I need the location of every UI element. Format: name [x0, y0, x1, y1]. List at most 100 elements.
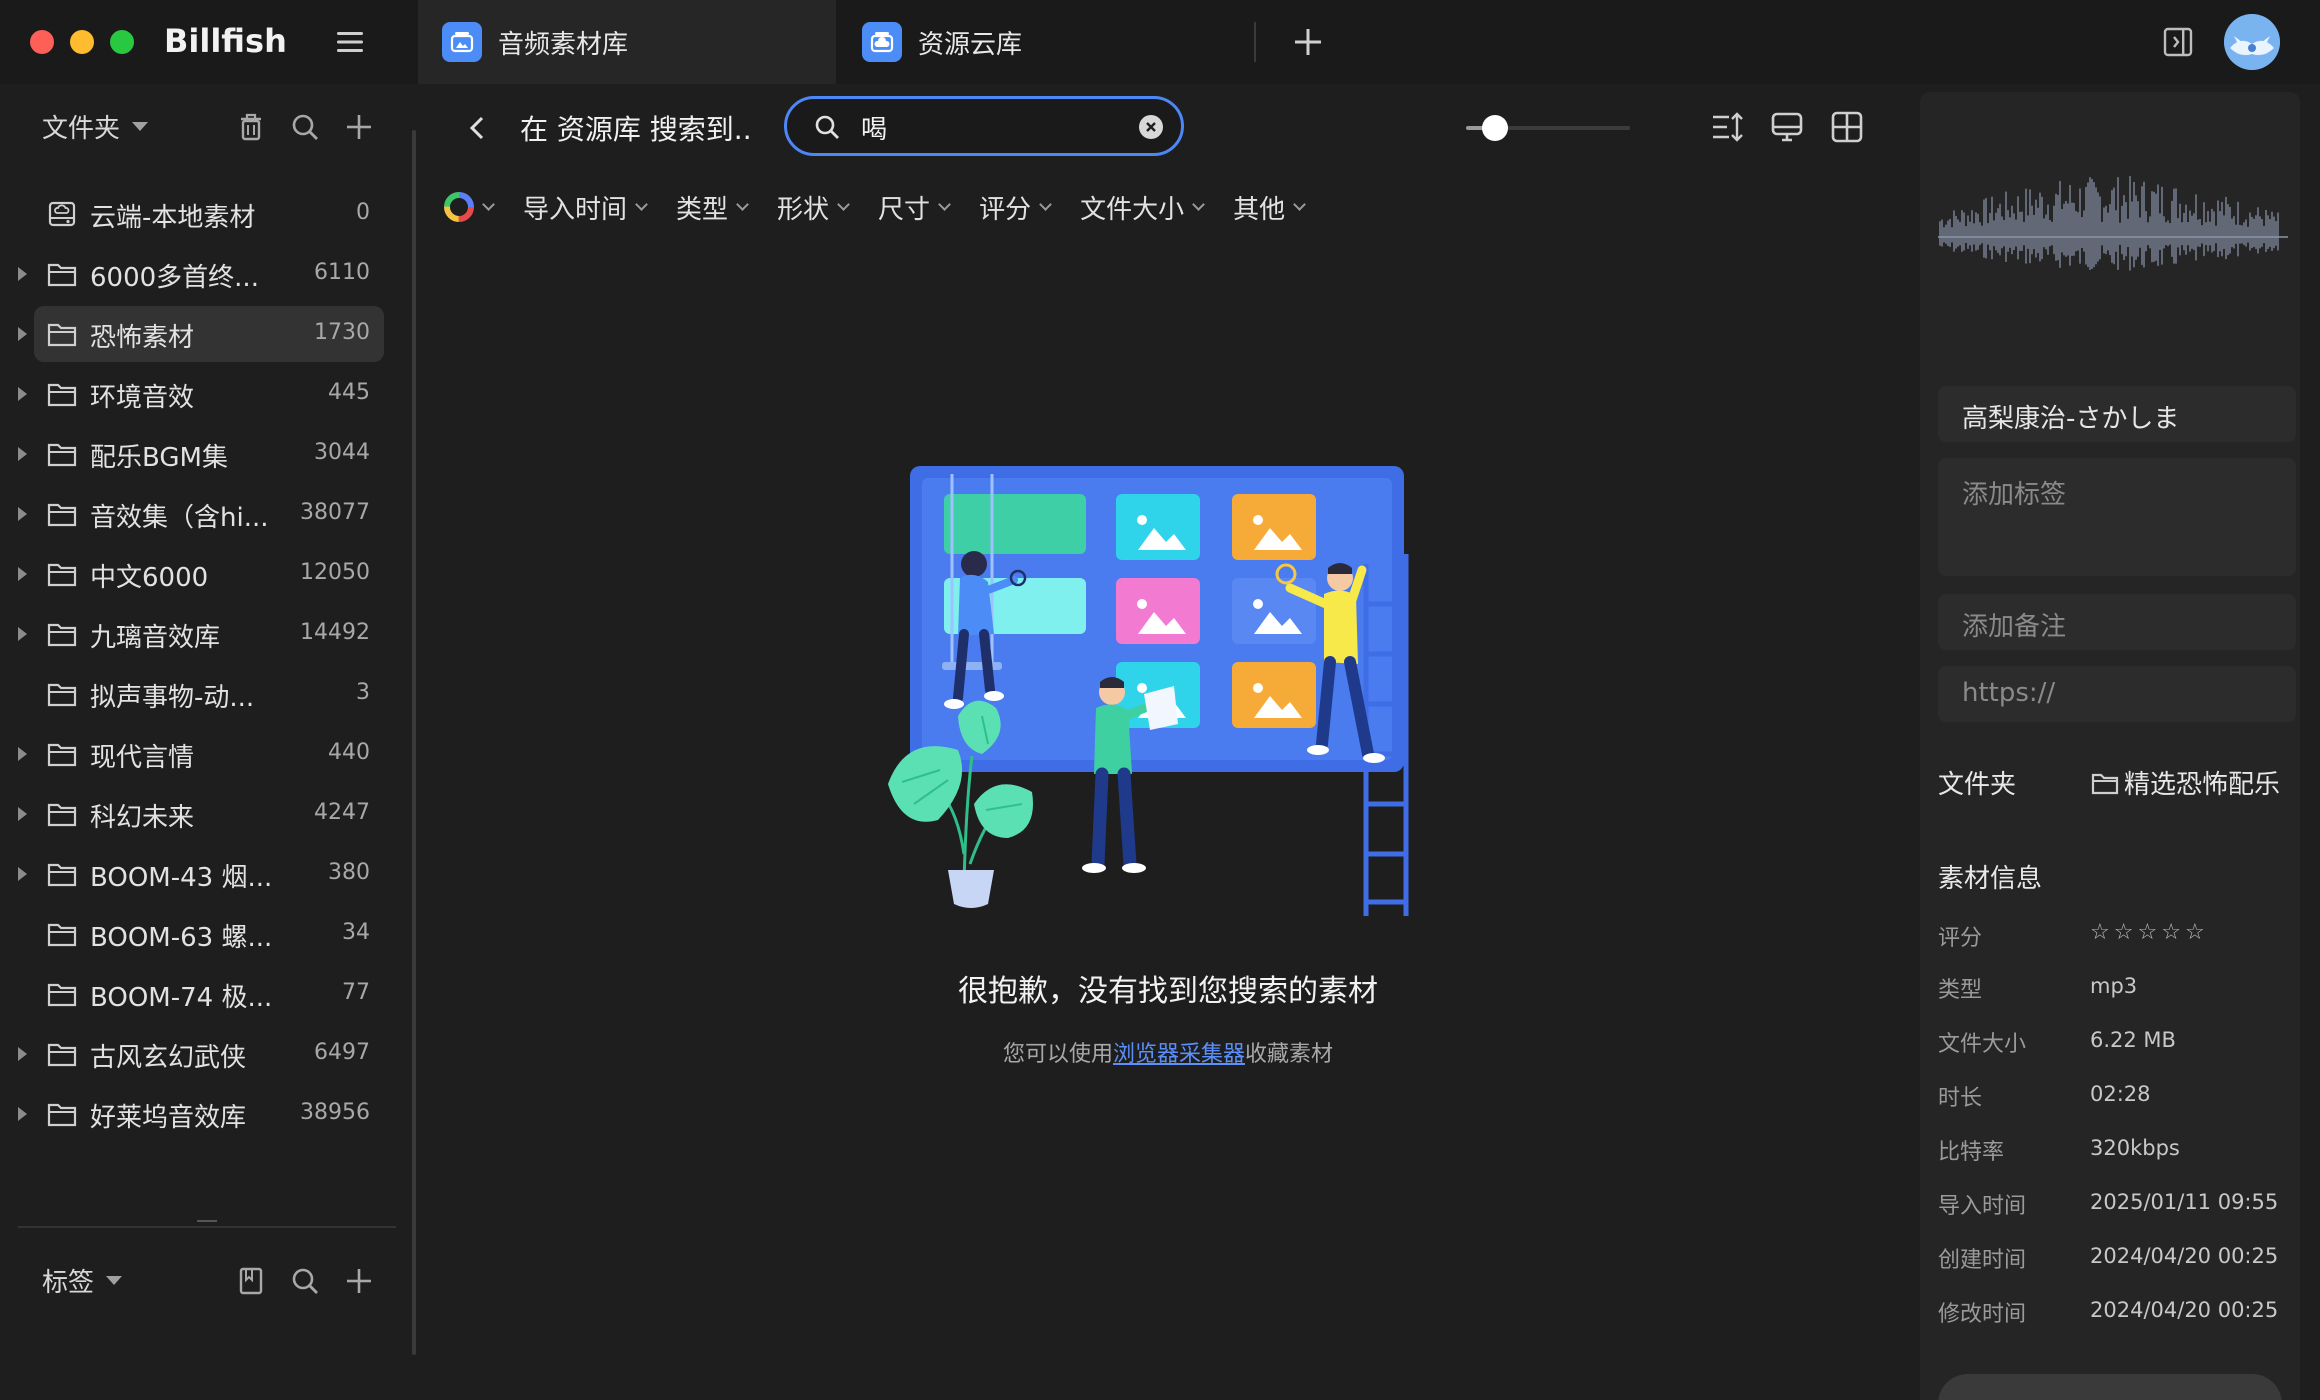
folder-item[interactable]: 科幻未来 4247	[0, 784, 414, 844]
star-icon[interactable]: ☆	[2090, 920, 2110, 945]
filter-label: 类型	[676, 194, 729, 225]
search-input[interactable]	[861, 109, 1121, 145]
url-field[interactable]: https://	[1938, 666, 2296, 722]
user-avatar[interactable]	[2224, 14, 2280, 70]
folder-item[interactable]: 环境音效 445	[0, 364, 414, 424]
hint-prefix: 您可以使用	[1002, 1042, 1113, 1067]
preview-mode-icon[interactable]	[1768, 108, 1806, 146]
filter-import-time[interactable]: 导入时间	[523, 189, 648, 226]
filter-other[interactable]: 其他	[1233, 189, 1306, 226]
window-close-button[interactable]	[30, 30, 54, 54]
folder-item[interactable]: 配乐BGM集 3044	[0, 424, 414, 484]
filter-rating[interactable]: 评分	[979, 189, 1052, 226]
folder-icon	[47, 803, 77, 827]
info-value: 2024/04/20 00:25	[2090, 1244, 2279, 1268]
hamburger-menu-icon[interactable]	[334, 26, 366, 58]
folder-item[interactable]: 云端-本地素材 0	[0, 184, 414, 244]
folder-item[interactable]: BOOM-74 极... 77	[0, 964, 414, 1024]
expand-arrow-icon[interactable]	[18, 507, 27, 521]
expand-arrow-icon[interactable]	[18, 567, 27, 581]
sidebar-scrollbar[interactable]	[412, 130, 416, 1355]
folder-count: 6110	[314, 260, 370, 285]
folder-icon	[47, 923, 77, 947]
file-name-field[interactable]: 高梨康治-さかしま	[1938, 386, 2296, 442]
info-key: 创建时间	[1938, 1248, 2027, 1273]
tab-cloud-library[interactable]: 资源云库	[836, 0, 1254, 84]
thumbnail-size-slider[interactable]	[1466, 110, 1630, 146]
folder-icon	[2091, 773, 2119, 794]
file-name: 高梨康治-さかしま	[1962, 404, 2180, 434]
star-icon[interactable]: ☆	[2161, 920, 2181, 945]
folder-item[interactable]: 拟声事物-动... 3	[0, 664, 414, 724]
audio-waveform[interactable]	[1938, 172, 2288, 302]
window-zoom-button[interactable]	[110, 30, 134, 54]
folder-count: 6497	[314, 1040, 370, 1065]
expand-arrow-icon[interactable]	[18, 627, 27, 641]
search-icon[interactable]	[288, 110, 322, 144]
search-icon[interactable]	[288, 1264, 322, 1298]
trash-icon[interactable]	[234, 110, 268, 144]
filter-file-size[interactable]: 文件大小	[1080, 189, 1205, 226]
add-tag-plus-icon[interactable]	[342, 1264, 376, 1298]
expand-arrow-icon[interactable]	[18, 327, 27, 341]
expand-arrow-icon[interactable]	[18, 807, 27, 821]
new-tab-plus-icon[interactable]	[1290, 24, 1326, 60]
folder-item[interactable]: 6000多首终... 6110	[0, 244, 414, 304]
filter-size[interactable]: 尺寸	[878, 189, 951, 226]
rating-stars[interactable]: ☆ ☆ ☆ ☆ ☆	[2090, 920, 2209, 945]
back-arrow-icon[interactable]	[462, 110, 492, 146]
filter-shape[interactable]: 形状	[777, 189, 850, 226]
tags-header-dropdown[interactable]: 标签	[42, 1262, 123, 1299]
toggle-panel-icon[interactable]	[2160, 24, 2196, 60]
folder-link[interactable]: 精选恐怖配乐	[2090, 764, 2280, 801]
notes-field[interactable]: 添加备注	[1938, 594, 2296, 650]
info-row: 类型 mp3	[1938, 972, 2298, 1012]
star-icon[interactable]: ☆	[2185, 920, 2205, 945]
inspector-panel: 高梨康治-さかしま 添加标签 添加备注 https:// 文件夹 精选恐怖配乐 …	[1920, 92, 2300, 1400]
panel-bottom-button[interactable]	[1938, 1374, 2282, 1400]
cloud-library-icon	[862, 22, 902, 62]
star-icon[interactable]: ☆	[2114, 920, 2134, 945]
folder-item[interactable]: 现代言情 440	[0, 724, 414, 784]
info-value: mp3	[2090, 974, 2138, 998]
info-key: 修改时间	[1938, 1302, 2027, 1327]
tab-audio-library[interactable]: 音频素材库	[418, 0, 836, 84]
folder-item[interactable]: 古风玄幻武侠 6497	[0, 1024, 414, 1084]
folder-item[interactable]: BOOM-63 螺... 34	[0, 904, 414, 964]
folder-count: 0	[356, 200, 370, 225]
clear-search-icon[interactable]	[1139, 115, 1163, 139]
layout-grid-icon[interactable]	[1828, 108, 1866, 146]
window-minimize-button[interactable]	[70, 30, 94, 54]
expand-arrow-icon[interactable]	[18, 1047, 27, 1061]
filter-type[interactable]: 类型	[676, 189, 749, 226]
folder-item[interactable]: 音效集（含hi... 38077	[0, 484, 414, 544]
sort-options-icon[interactable]	[1708, 108, 1746, 146]
rating-row: 评分 ☆ ☆ ☆ ☆ ☆	[1938, 920, 2298, 960]
expand-arrow-icon[interactable]	[18, 447, 27, 461]
expand-arrow-icon[interactable]	[18, 387, 27, 401]
folder-item[interactable]: 中文6000 12050	[0, 544, 414, 604]
caret-down-icon	[132, 122, 149, 131]
folder-count: 38956	[300, 1100, 370, 1125]
folder-item[interactable]: BOOM-43 烟... 380	[0, 844, 414, 904]
slider-thumb[interactable]	[1481, 115, 1508, 141]
color-filter-dropdown[interactable]	[444, 192, 495, 222]
folder-item[interactable]: 九璃音效库 14492	[0, 604, 414, 664]
expand-arrow-icon[interactable]	[18, 267, 27, 281]
bookmark-icon[interactable]	[234, 1264, 268, 1298]
expand-arrow-icon[interactable]	[18, 747, 27, 761]
search-box[interactable]	[784, 96, 1184, 156]
info-row: 时长 02:28	[1938, 1080, 2298, 1120]
chevron-down-icon	[635, 197, 648, 211]
add-folder-plus-icon[interactable]	[342, 110, 376, 144]
folder-item[interactable]: 恐怖素材 1730	[0, 304, 414, 364]
tags-field[interactable]: 添加标签	[1938, 458, 2296, 576]
star-icon[interactable]: ☆	[2137, 920, 2157, 945]
expand-arrow-icon[interactable]	[18, 1107, 27, 1121]
expand-arrow-icon[interactable]	[18, 867, 27, 881]
browser-collector-link[interactable]: 浏览器采集器	[1113, 1042, 1245, 1067]
resize-grip[interactable]	[197, 1220, 217, 1222]
folders-header-dropdown[interactable]: 文件夹	[42, 108, 149, 145]
chevron-down-icon	[1039, 197, 1052, 211]
folder-item[interactable]: 好莱坞音效库 38956	[0, 1084, 414, 1144]
